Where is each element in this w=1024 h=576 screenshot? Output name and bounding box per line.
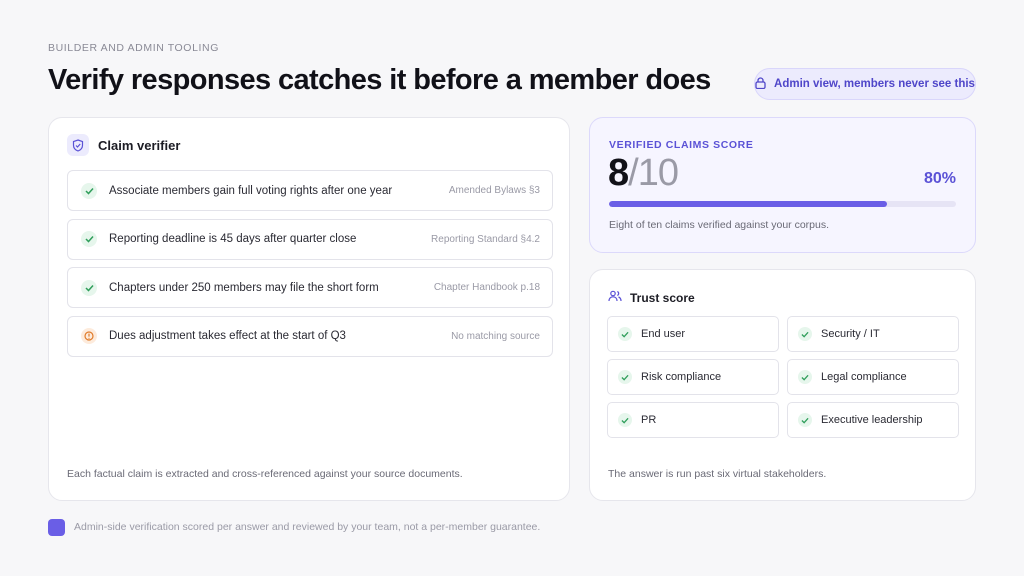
check-icon — [798, 370, 812, 384]
check-icon — [798, 413, 812, 427]
admin-view-badge: Admin view, members never see this — [754, 68, 976, 100]
check-icon — [798, 327, 812, 341]
claim-text: Dues adjustment takes effect at the star… — [109, 330, 346, 342]
trust-score-title: Trust score — [630, 291, 695, 305]
stakeholder-label: Risk compliance — [641, 371, 722, 383]
claim-source: Reporting Standard §4.2 — [431, 233, 540, 245]
score-progress-fill — [609, 201, 887, 207]
score-progress-bar — [609, 201, 956, 207]
check-icon — [81, 182, 97, 199]
check-icon — [81, 231, 97, 247]
check-icon — [618, 327, 632, 341]
claim-verifier-footer: Each factual claim is extracted and cros… — [67, 468, 463, 480]
check-icon — [618, 413, 632, 427]
claim-text: Associate members gain full voting right… — [109, 184, 393, 197]
claims-list: Associate members gain full voting right… — [67, 170, 553, 364]
stakeholder-label: PR — [641, 414, 657, 426]
disclaimer-text: Admin-side verification scored per answe… — [74, 521, 541, 533]
claim-row[interactable]: Reporting deadline is 45 days after quar… — [67, 218, 553, 260]
stakeholder-item[interactable]: PR — [607, 402, 779, 438]
claim-source: Chapter Handbook p.18 — [433, 282, 540, 293]
stakeholder-label: Security / IT — [821, 328, 880, 340]
warning-icon — [81, 328, 97, 344]
stakeholder-item[interactable]: Security / IT — [787, 316, 959, 352]
check-icon — [618, 370, 632, 384]
trust-score-footer: The answer is run past six virtual stake… — [608, 468, 827, 480]
verified-claims-score-card: VERIFIED CLAIMS SCORE 8/10 80% Eight of … — [589, 117, 976, 253]
trust-score-header: Trust score — [608, 289, 695, 307]
stakeholder-item[interactable]: End user — [607, 316, 779, 352]
stakeholder-grid: End user Security / IT Risk compliance L… — [607, 316, 959, 438]
claim-verifier-header: Claim verifier — [67, 134, 180, 156]
check-icon — [81, 279, 97, 296]
score-denominator: /10 — [628, 152, 679, 194]
claim-verifier-card: Claim verifier Associate members gain fu… — [48, 117, 570, 501]
admin-view-label: Admin view, members never see this — [774, 78, 975, 90]
claim-verifier-title: Claim verifier — [98, 137, 181, 153]
lock-icon — [755, 76, 766, 92]
users-icon — [608, 289, 622, 307]
stakeholder-item[interactable]: Executive leadership — [787, 402, 959, 438]
claim-row[interactable]: Dues adjustment takes effect at the star… — [67, 315, 553, 357]
score-value: 8/10 — [608, 152, 679, 195]
page-title: Verify responses catches it before a mem… — [48, 64, 711, 96]
score-label: VERIFIED CLAIMS SCORE — [609, 139, 754, 151]
claim-text: Chapters under 250 members may file the … — [109, 281, 379, 294]
claim-row[interactable]: Associate members gain full voting right… — [67, 170, 553, 211]
score-percent: 80% — [923, 170, 956, 187]
disclaimer-marker — [48, 519, 65, 536]
stakeholder-label: Legal compliance — [821, 371, 907, 383]
score-numerator: 8 — [608, 152, 629, 194]
eyebrow: BUILDER AND ADMIN TOOLING — [48, 42, 219, 54]
stakeholder-item[interactable]: Risk compliance — [607, 359, 779, 395]
stakeholder-label: End user — [641, 328, 686, 340]
claim-row[interactable]: Chapters under 250 members may file the … — [67, 267, 553, 308]
score-note: Eight of ten claims verified against you… — [609, 219, 830, 231]
claim-source: No matching source — [451, 330, 540, 342]
stakeholder-label: Executive leadership — [821, 414, 923, 426]
shield-check-icon — [67, 134, 89, 156]
claim-source: Amended Bylaws §3 — [448, 185, 540, 196]
claim-text: Reporting deadline is 45 days after quar… — [109, 233, 357, 245]
stakeholder-item[interactable]: Legal compliance — [787, 359, 959, 395]
trust-score-card: Trust score End user Security / IT Risk … — [589, 269, 976, 501]
